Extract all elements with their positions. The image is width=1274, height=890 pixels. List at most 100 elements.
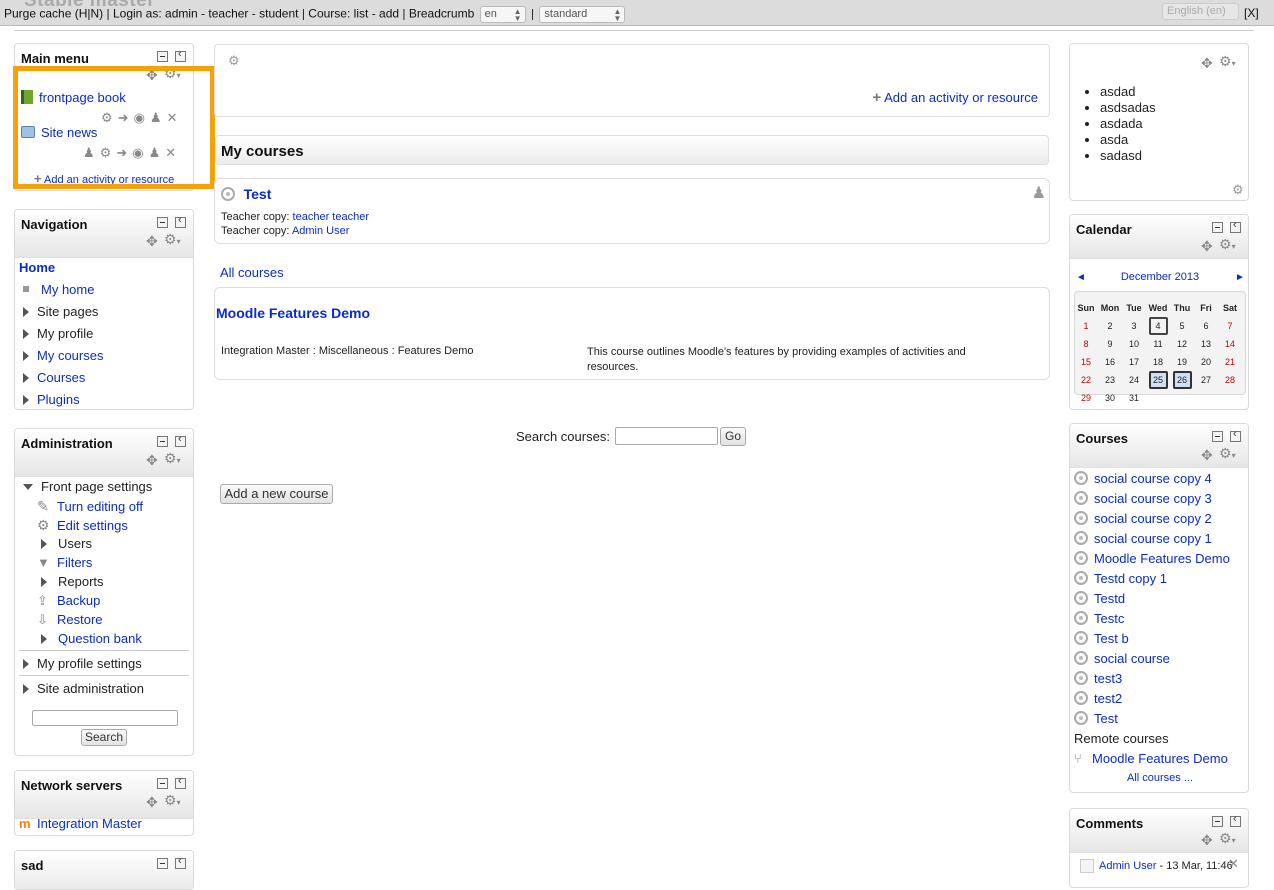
eye-icon[interactable]: ◉: [132, 145, 148, 160]
course-title-link[interactable]: Test: [244, 186, 272, 202]
calendar-day-number[interactable]: 19: [1173, 355, 1192, 369]
theme-select[interactable]: standard ▲ ▼: [539, 6, 626, 23]
admin-item-question-bank[interactable]: Question bank: [41, 631, 142, 646]
course-list-label[interactable]: test3: [1094, 671, 1122, 686]
collapse-arrow-icon[interactable]: [23, 484, 33, 490]
admin-item-backup[interactable]: ⇪ Backup: [37, 593, 100, 609]
add-activity-label[interactable]: Add an activity or resource: [44, 174, 174, 186]
course-list-item[interactable]: social course copy 2: [1074, 511, 1212, 526]
expand-arrow-icon[interactable]: [23, 395, 29, 405]
calendar-day-number[interactable]: 8: [1077, 337, 1096, 351]
course-list-item[interactable]: social course copy 3: [1074, 491, 1212, 506]
nav-item-label[interactable]: Courses: [37, 370, 85, 385]
calendar-day[interactable]: 19: [1170, 353, 1194, 371]
expand-arrow-icon[interactable]: [23, 684, 29, 694]
expand-arrow-icon[interactable]: [23, 373, 29, 383]
calendar-day[interactable]: 6: [1194, 317, 1218, 335]
move-icon[interactable]: ✥: [1201, 239, 1213, 253]
calendar-day[interactable]: 5: [1170, 317, 1194, 335]
language-select[interactable]: en ▲ ▼: [479, 6, 526, 23]
admin-item-filters[interactable]: ▼ Filters: [37, 555, 92, 570]
add-activity-label[interactable]: Add an activity or resource: [884, 90, 1038, 105]
course-list-label[interactable]: Test: [1094, 711, 1118, 726]
calendar-day-number[interactable]: 12: [1173, 337, 1192, 351]
calendar-day-number[interactable]: 26: [1172, 371, 1192, 389]
admin-search-input[interactable]: [32, 710, 178, 726]
admin-item-label[interactable]: Front page settings: [41, 479, 152, 494]
calendar-day[interactable]: 23: [1098, 371, 1122, 389]
calendar-day[interactable]: 11: [1146, 335, 1170, 353]
remote-course-item[interactable]: ⑂ Moodle Features Demo: [1074, 751, 1228, 766]
expand-arrow-icon[interactable]: [41, 634, 47, 644]
all-courses-label[interactable]: All courses ...: [1127, 772, 1193, 784]
move-icon[interactable]: ✥: [1201, 833, 1213, 847]
move-icon[interactable]: ✥: [146, 68, 158, 82]
calendar-day-number[interactable]: 22: [1077, 373, 1096, 387]
calendar-day[interactable]: 30: [1098, 389, 1122, 407]
calendar-day[interactable]: 13: [1194, 335, 1218, 353]
calendar-day-number[interactable]: 28: [1221, 373, 1240, 387]
nav-item-site-pages[interactable]: Site pages: [23, 304, 98, 319]
delete-icon[interactable]: ✕: [167, 110, 183, 125]
move-icon[interactable]: ✥: [1201, 56, 1213, 70]
calendar-day-number[interactable]: 1: [1077, 319, 1096, 333]
calendar-day[interactable]: 29: [1074, 389, 1098, 407]
calendar-day-number[interactable]: 6: [1197, 319, 1216, 333]
nav-item-label[interactable]: My profile: [37, 326, 93, 341]
expand-arrow-icon[interactable]: [41, 577, 47, 587]
search-go-button[interactable]: Go: [720, 427, 746, 446]
course-list-item[interactable]: social course: [1074, 651, 1170, 666]
purge-cache-link[interactable]: Purge cache (H|N): [4, 7, 103, 21]
admin-item-turn-editing-off[interactable]: ✎ Turn editing off: [37, 498, 143, 515]
calendar-day[interactable]: 12: [1170, 335, 1194, 353]
calendar-day-number[interactable]: 23: [1101, 373, 1120, 387]
calendar-day-number[interactable]: 30: [1101, 391, 1120, 405]
teacher-link[interactable]: Admin User: [292, 225, 349, 237]
expand-arrow-icon[interactable]: [23, 351, 29, 361]
calendar-day[interactable]: 28: [1218, 371, 1242, 389]
calendar-day[interactable]: 26: [1170, 371, 1194, 389]
calendar-day[interactable]: 24: [1122, 371, 1146, 389]
calendar-day-number[interactable]: 24: [1125, 373, 1144, 387]
admin-item-edit-settings[interactable]: ⚙ Edit settings: [37, 517, 128, 534]
minimize-icon[interactable]: [157, 436, 168, 447]
dock-icon[interactable]: [175, 775, 186, 789]
nav-item-courses[interactable]: Courses: [23, 370, 85, 385]
course-list-item[interactable]: social course copy 4: [1074, 471, 1212, 486]
nav-item-my-courses[interactable]: My courses: [23, 348, 103, 363]
featured-course-link[interactable]: Moodle Features Demo: [216, 305, 370, 321]
calendar-day-number[interactable]: 27: [1197, 373, 1216, 387]
admin-item-label[interactable]: My profile settings: [37, 656, 142, 671]
main-menu-item-news[interactable]: Site news: [21, 125, 97, 140]
course-list-item[interactable]: Testd: [1074, 591, 1125, 606]
admin-item-label[interactable]: Users: [58, 536, 92, 551]
course-list-item[interactable]: Testd copy 1: [1074, 571, 1167, 586]
gear-icon[interactable]: ⚙: [1232, 182, 1244, 198]
calendar-day[interactable]: 16: [1098, 353, 1122, 371]
nav-home-label[interactable]: Home: [19, 260, 55, 275]
add-new-course-button[interactable]: Add a new course: [220, 484, 333, 504]
calendar-day[interactable]: 18: [1146, 353, 1170, 371]
course-list-item[interactable]: Testc: [1074, 611, 1124, 626]
minimize-icon[interactable]: [157, 217, 168, 228]
move-icon[interactable]: ✥: [146, 795, 158, 809]
main-menu-item-book[interactable]: frontpage book: [21, 90, 126, 105]
network-server-item[interactable]: m Integration Master: [19, 816, 142, 831]
admin-item-label[interactable]: Backup: [57, 593, 100, 608]
dock-icon[interactable]: [175, 214, 186, 228]
move-icon[interactable]: ✥: [146, 234, 158, 248]
calendar-month-label[interactable]: December 2013: [1121, 271, 1199, 283]
all-courses-link[interactable]: All courses ...: [1070, 772, 1248, 784]
gear-icon[interactable]: ⚙▾: [164, 232, 181, 249]
calendar-day-number[interactable]: 7: [1221, 319, 1240, 333]
calendar-day[interactable]: 17: [1122, 353, 1146, 371]
teacher-link[interactable]: teacher teacher: [293, 211, 369, 223]
course-list-label[interactable]: Testc: [1094, 611, 1124, 626]
minimize-icon[interactable]: [157, 51, 168, 62]
course-title-row[interactable]: Test: [221, 186, 271, 202]
calendar-day-number[interactable]: 20: [1197, 355, 1216, 369]
comment-author-link[interactable]: Admin User: [1099, 860, 1156, 872]
calendar-day-number[interactable]: 14: [1221, 337, 1240, 351]
course-list-label[interactable]: social course copy 2: [1094, 511, 1212, 526]
calendar-day[interactable]: 4: [1146, 317, 1170, 335]
